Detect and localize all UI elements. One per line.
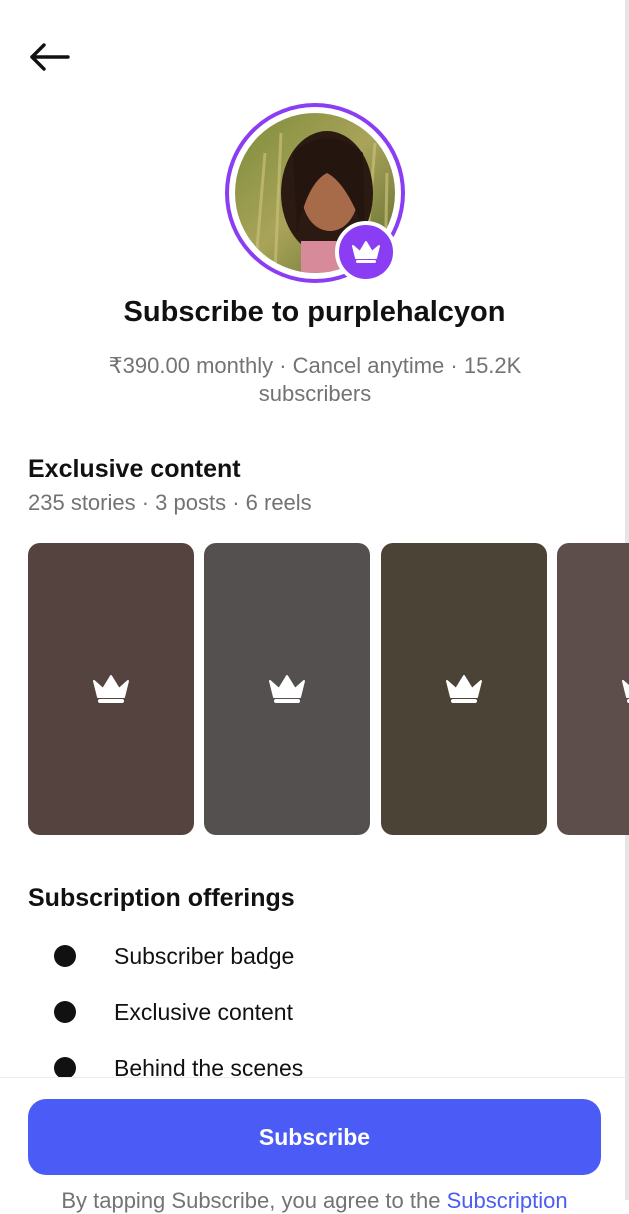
offering-label: Subscriber badge — [114, 942, 295, 969]
locked-content-tile[interactable] — [381, 543, 547, 835]
crown-icon — [269, 675, 305, 703]
subscription-terms-link[interactable]: Subscription — [447, 1188, 568, 1213]
subscribe-button[interactable]: Subscribe — [28, 1099, 601, 1175]
locked-content-tile[interactable] — [204, 543, 370, 835]
crown-icon — [446, 675, 482, 703]
exclusive-content-heading: Exclusive content — [28, 455, 241, 483]
subscriber-crown-badge — [335, 221, 397, 283]
offering-item: Exclusive content — [54, 997, 293, 1027]
subscription-offerings-heading: Subscription offerings — [28, 884, 295, 912]
locked-content-tile[interactable] — [557, 543, 629, 835]
content-counts: 235 stories · 3 posts · 6 reels — [28, 490, 312, 515]
back-button[interactable] — [22, 34, 76, 80]
bullet-icon — [54, 1057, 76, 1079]
terms-prefix: By tapping Subscribe, you agree to the — [61, 1188, 447, 1213]
arrow-left-icon — [30, 43, 70, 71]
offering-item: Subscriber badge — [54, 941, 294, 971]
locked-content-tile[interactable] — [28, 543, 194, 835]
crown-icon — [622, 680, 629, 703]
exclusive-content-carousel[interactable] — [28, 543, 629, 835]
terms-text: By tapping Subscribe, you agree to the S… — [0, 1188, 629, 1214]
price-subtitle: ₹390.00 monthly · Cancel anytime · 15.2K… — [108, 353, 522, 406]
bullet-icon — [54, 1001, 76, 1023]
bullet-icon — [54, 945, 76, 967]
crown-icon — [352, 241, 380, 263]
crown-icon — [93, 675, 129, 703]
profile-avatar — [225, 103, 405, 283]
page-title: Subscribe to purplehalcyon — [123, 296, 506, 328]
offering-label: Exclusive content — [114, 998, 293, 1025]
